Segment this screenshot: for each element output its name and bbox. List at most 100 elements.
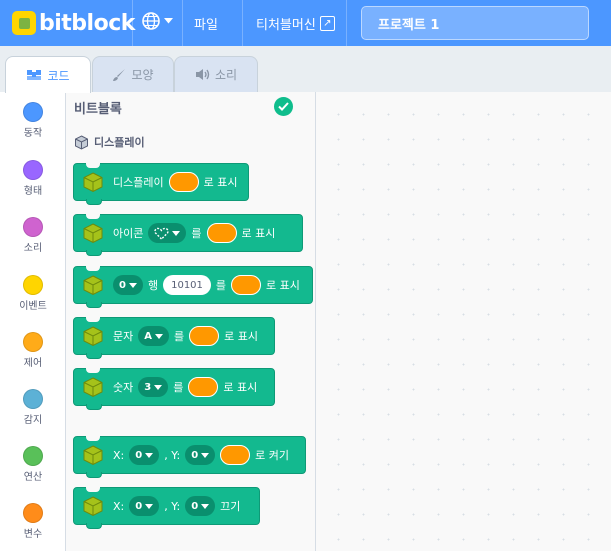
x-dropdown[interactable]: 0 xyxy=(129,445,160,465)
block-text: 로 표시 xyxy=(223,381,258,394)
palette-title: 비트블록 xyxy=(74,102,122,117)
category-variables[interactable]: 변수 xyxy=(0,503,66,540)
block-display-pixel-off[interactable]: X: 0 , Y: 0 끄기 xyxy=(73,487,260,529)
block-text: X: xyxy=(113,448,125,462)
y-dropdown[interactable]: 0 xyxy=(185,496,216,516)
chevron-down-icon xyxy=(145,503,154,509)
category-label: 연산 xyxy=(23,472,43,483)
block-text: 아이콘 xyxy=(113,227,144,240)
brush-icon xyxy=(113,68,126,81)
block-text: , Y: xyxy=(164,499,181,513)
category-label: 변수 xyxy=(23,529,43,540)
number-dropdown[interactable]: 3 xyxy=(138,377,169,397)
category-sensing[interactable]: 감지 xyxy=(0,389,66,426)
section-header-display: 디스플레이 xyxy=(74,134,145,150)
block-text: 로 표시 xyxy=(224,330,258,343)
block-text: 로 켜기 xyxy=(255,449,290,462)
tab-code[interactable]: 코드 xyxy=(5,56,91,93)
category-motion[interactable]: 동작 xyxy=(0,102,66,139)
block-display-row[interactable]: 0 행 10101 를 로 표시 xyxy=(73,266,313,308)
category-control-dot xyxy=(23,332,43,352)
category-label: 감지 xyxy=(23,415,43,426)
block-text: 숫자 xyxy=(113,381,134,394)
block-text: 로 표시 xyxy=(241,227,276,240)
block-display-char[interactable]: 문자 A 를 로 표시 xyxy=(73,317,275,359)
category-motion-dot xyxy=(23,102,43,122)
y-dropdown[interactable]: 0 xyxy=(185,445,216,465)
menu-teachable-machine[interactable]: 티처블머신 ↗ xyxy=(256,14,335,33)
block-text: 끄기 xyxy=(220,500,241,513)
color-input[interactable] xyxy=(220,445,251,465)
menu-divider xyxy=(242,0,243,46)
section-header-label: 디스플레이 xyxy=(94,136,145,149)
block-cube-icon xyxy=(83,223,103,244)
color-input[interactable] xyxy=(188,377,219,397)
tab-costumes-label: 모양 xyxy=(131,68,154,82)
chevron-down-icon xyxy=(201,503,210,509)
chevron-down-icon xyxy=(155,333,163,339)
dropdown-value: 0 xyxy=(135,500,143,512)
dropdown-value: 0 xyxy=(191,500,199,512)
block-palette: 비트블록 디스플레이 디스플레이 로 표시 아이콘 를 로 표시 0 행 101 xyxy=(66,92,316,551)
dropdown-value: 0 xyxy=(135,449,143,461)
tab-costumes[interactable]: 모양 xyxy=(92,56,174,92)
x-dropdown[interactable]: 0 xyxy=(129,496,160,516)
pattern-input[interactable]: 10101 xyxy=(163,275,211,295)
block-text: X: xyxy=(113,499,125,513)
menu-teachable-machine-label: 티처블머신 xyxy=(256,18,316,33)
tab-sounds-label: 소리 xyxy=(214,68,238,82)
block-text: , Y: xyxy=(164,448,181,462)
block-text: 행 xyxy=(147,279,159,292)
color-input[interactable] xyxy=(168,172,199,192)
heart-icon xyxy=(154,227,170,240)
category-sensing-dot xyxy=(23,389,43,409)
block-display-show[interactable]: 디스플레이 로 표시 xyxy=(73,163,249,205)
color-input[interactable] xyxy=(189,326,220,346)
color-input[interactable] xyxy=(206,223,237,243)
category-label: 동작 xyxy=(23,128,43,139)
tab-sounds[interactable]: 소리 xyxy=(174,56,258,92)
block-text: 문자 xyxy=(113,330,134,343)
color-input[interactable] xyxy=(231,275,262,295)
block-cube-icon xyxy=(83,326,103,347)
tab-code-label: 코드 xyxy=(47,68,70,83)
block-cube-icon xyxy=(83,445,103,466)
chevron-down-icon xyxy=(154,384,163,390)
external-link-icon: ↗ xyxy=(319,16,335,31)
category-events[interactable]: 이벤트 xyxy=(0,275,66,312)
category-label: 제어 xyxy=(23,358,43,369)
block-text: 디스플레이 xyxy=(113,176,164,189)
speaker-icon xyxy=(195,69,210,80)
block-text: 로 표시 xyxy=(203,176,238,189)
icon-dropdown[interactable] xyxy=(148,223,187,243)
bitblock-logo[interactable]: bitblock xyxy=(12,9,135,37)
dropdown-value: 0 xyxy=(119,279,126,291)
block-cube-icon xyxy=(83,496,103,517)
category-looks[interactable]: 형태 xyxy=(0,160,66,197)
menu-divider xyxy=(346,0,347,46)
editor-tabs: 코드 모양 소리 xyxy=(0,46,316,93)
category-label: 형태 xyxy=(23,186,43,197)
project-title-input[interactable]: 프로젝트 1 xyxy=(361,6,589,40)
category-sound[interactable]: 소리 xyxy=(0,217,66,254)
chevron-down-icon xyxy=(128,282,137,288)
row-dropdown[interactable]: 0 xyxy=(113,275,143,295)
category-operators[interactable]: 연산 xyxy=(0,446,66,483)
block-cube-icon xyxy=(83,275,103,296)
block-text: 를 xyxy=(191,227,202,240)
category-control[interactable]: 제어 xyxy=(0,332,66,369)
char-dropdown[interactable]: A xyxy=(138,326,169,346)
block-cube-icon xyxy=(83,172,103,193)
block-display-pixel-on[interactable]: X: 0 , Y: 0 로 켜기 xyxy=(73,436,306,478)
block-display-number[interactable]: 숫자 3 를 로 표시 xyxy=(73,368,275,410)
menu-file[interactable]: 파일 xyxy=(194,14,218,33)
cube-icon xyxy=(75,134,88,150)
block-display-icon[interactable]: 아이콘 를 로 표시 xyxy=(73,214,303,256)
code-icon xyxy=(27,70,42,80)
script-workspace[interactable] xyxy=(316,92,611,551)
category-label: 이벤트 xyxy=(19,301,47,312)
dropdown-value: 3 xyxy=(144,381,152,393)
language-menu[interactable] xyxy=(141,11,173,31)
category-events-dot xyxy=(23,275,43,295)
chevron-down-icon xyxy=(164,18,173,24)
